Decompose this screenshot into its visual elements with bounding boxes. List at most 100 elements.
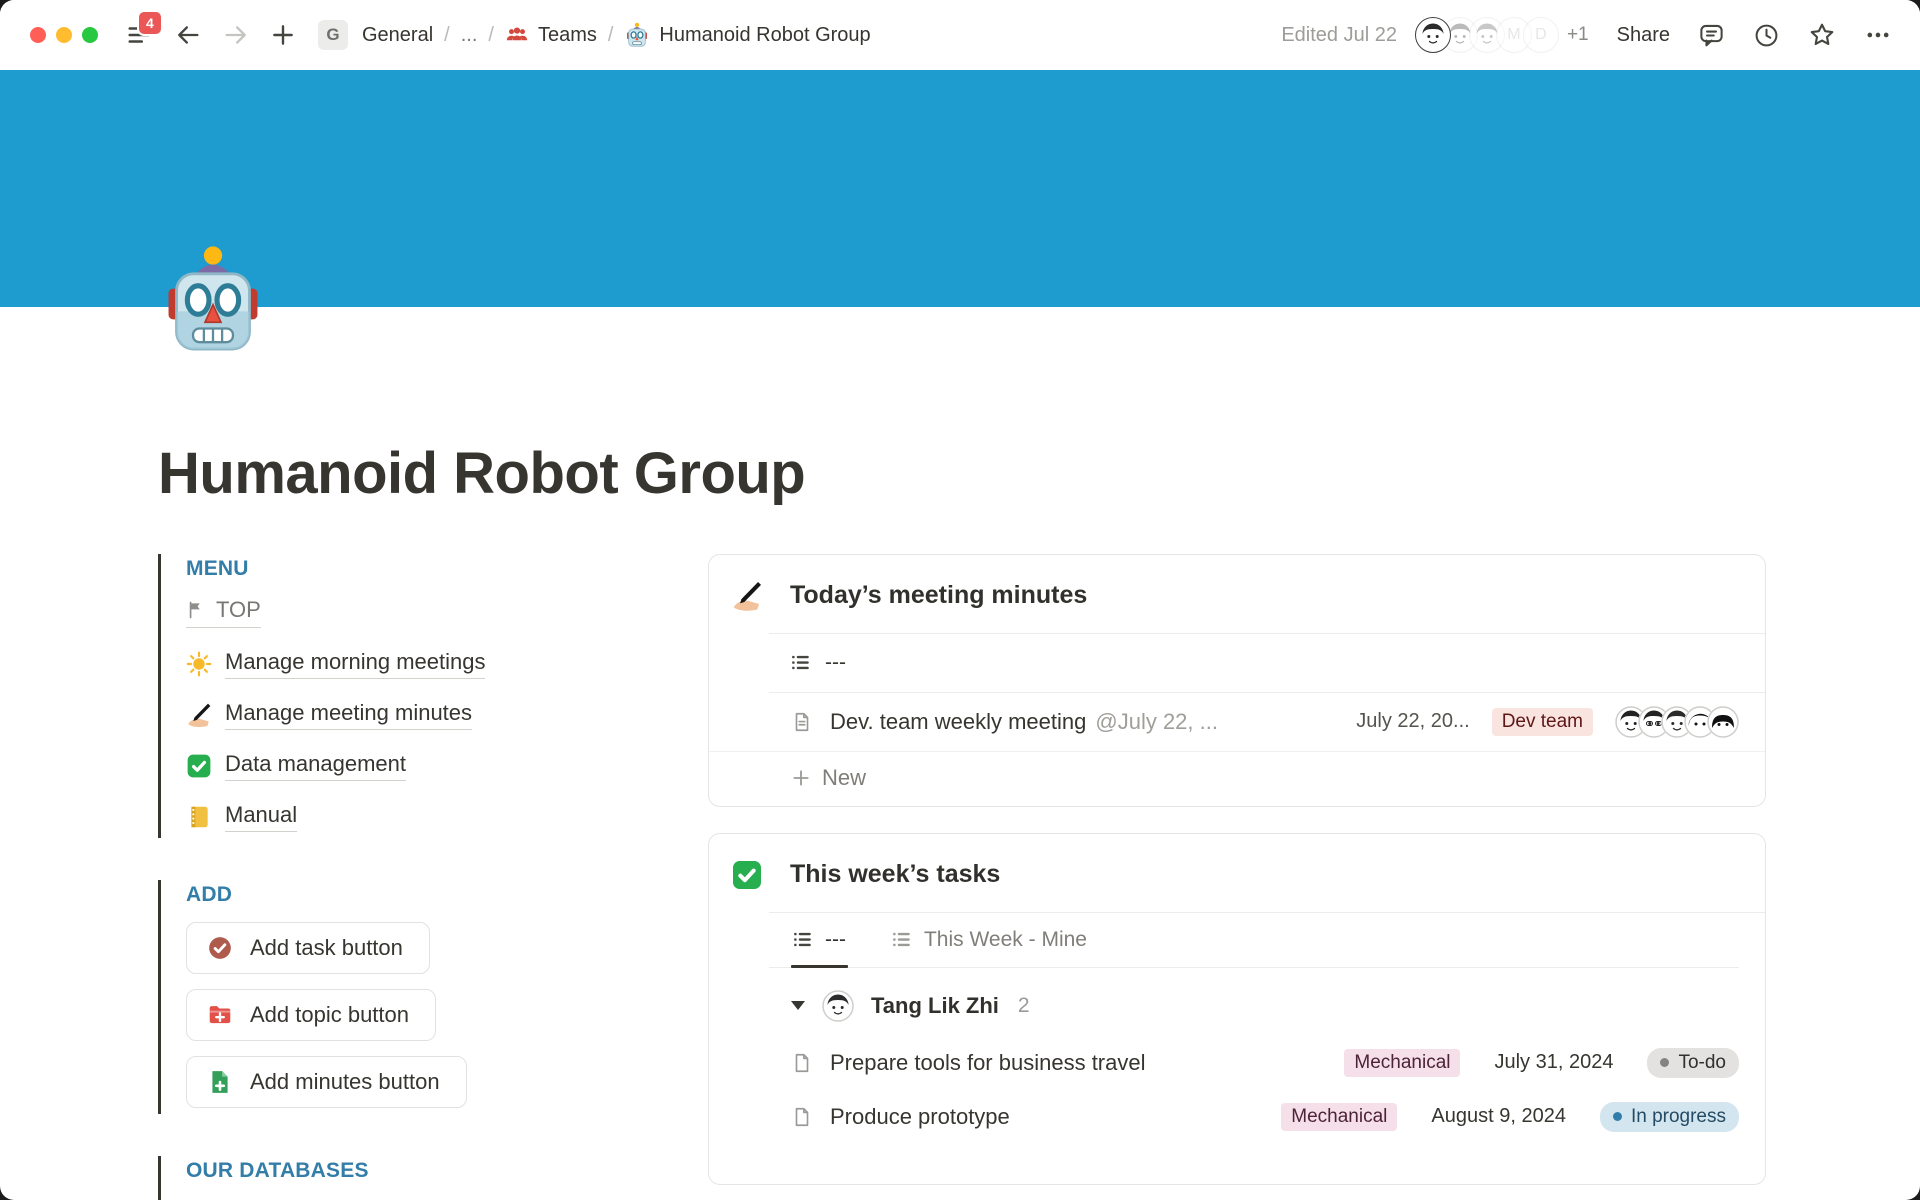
meeting-title: Dev. team weekly meeting (830, 709, 1086, 735)
add-topic-row: Add topic button (186, 989, 600, 1041)
meeting-minutes-card: Today’s meeting minutes --- Dev. team we… (708, 554, 1766, 807)
assignee-name[interactable]: Tang Lik Zhi (871, 993, 999, 1019)
meeting-row[interactable]: Dev. team weekly meeting @July 22, ... J… (709, 693, 1765, 752)
new-meeting-button[interactable]: New (709, 752, 1765, 806)
task-title: Prepare tools for business travel (830, 1050, 1146, 1076)
tab-label: --- (825, 928, 846, 952)
minutes-view-tab[interactable]: --- (709, 634, 1765, 692)
sun-icon (186, 651, 212, 677)
workspace-chip[interactable]: G (318, 20, 348, 50)
add-topic-button[interactable]: Add topic button (186, 989, 436, 1041)
share-button[interactable]: Share (1617, 24, 1670, 47)
task-properties: Mechanical July 31, 2024 To-do (1344, 1048, 1739, 1078)
traffic-lights (30, 27, 98, 43)
add-task-row: Add task button (186, 922, 600, 974)
notion-window: 4 G General / ... / Te (0, 0, 1920, 1200)
sidebar-toggle-button[interactable]: 4 (124, 20, 154, 50)
meeting-minutes-header: Today’s meeting minutes (709, 555, 1765, 633)
avatar[interactable] (1415, 17, 1451, 53)
menu-section: MENU TOP Manage morning meetings Manage (158, 554, 600, 838)
flag-icon (186, 600, 206, 620)
status-label: In progress (1631, 1106, 1726, 1128)
new-tab-button[interactable] (270, 22, 296, 48)
avatar-overflow-count[interactable]: +1 (1567, 24, 1589, 46)
updates-button[interactable] (1753, 22, 1780, 49)
folder-add-icon (207, 1002, 233, 1028)
tasks-tab-this-week-mine[interactable]: This Week - Mine (890, 913, 1089, 967)
view-tab-label: --- (825, 651, 846, 675)
task-properties: Mechanical August 9, 2024 In progress (1281, 1102, 1739, 1132)
right-column: Today’s meeting minutes --- Dev. team we… (708, 554, 1766, 1185)
menu-link-meeting-minutes[interactable]: Manage meeting minutes (186, 700, 600, 730)
tasks-tab-all[interactable]: --- (791, 913, 848, 967)
page-icon (791, 1106, 813, 1128)
dev-team-tag: Dev team (1492, 708, 1593, 736)
comments-button[interactable] (1698, 22, 1725, 49)
notification-badge: 4 (137, 10, 163, 36)
breadcrumb-separator: / (488, 24, 494, 47)
page-title: Humanoid Robot Group (158, 307, 1766, 508)
add-minutes-label: Add minutes button (250, 1069, 440, 1095)
forward-button[interactable] (222, 21, 250, 49)
page-body: Humanoid Robot Group MENU TOP Manage mor… (0, 307, 1920, 1200)
writing-hand-icon (186, 702, 212, 728)
databases-heading: OUR DATABASES (186, 1159, 600, 1183)
clock-icon (1753, 22, 1780, 49)
breadcrumb-ellipsis[interactable]: ... (461, 24, 478, 47)
content-columns: MENU TOP Manage morning meetings Manage (158, 554, 1766, 1200)
status-dot (1613, 1112, 1622, 1121)
arrow-right-icon (222, 21, 250, 49)
status-pill-todo: To-do (1647, 1048, 1739, 1078)
menu-link-label: Manage morning meetings (225, 649, 485, 679)
list-view-icon (791, 653, 810, 672)
menu-link-top[interactable]: TOP (186, 597, 600, 628)
breadcrumb-teams[interactable]: Teams (505, 23, 597, 47)
page-icon-robot[interactable] (156, 243, 270, 357)
meeting-date: July 22, 20... (1356, 710, 1469, 733)
add-task-label: Add task button (250, 935, 403, 961)
document-icon (791, 711, 813, 733)
breadcrumb-teams-label: Teams (538, 24, 597, 47)
menu-link-data-management[interactable]: Data management (186, 751, 600, 781)
title-bar-actions: Edited Jul 22 M D +1 Share (1281, 17, 1892, 53)
file-add-icon (207, 1069, 233, 1095)
task-row[interactable]: Produce prototype Mechanical August 9, 2… (709, 1090, 1765, 1144)
add-minutes-button[interactable]: Add minutes button (186, 1056, 467, 1108)
close-window-button[interactable] (30, 27, 46, 43)
user-face-icon (1417, 19, 1449, 51)
breadcrumb-separator: / (608, 24, 614, 47)
zoom-window-button[interactable] (82, 27, 98, 43)
card-title: Today’s meeting minutes (790, 581, 1087, 610)
people-icon (505, 23, 529, 47)
add-section: ADD Add task button Add topic button (158, 880, 600, 1114)
group-count: 2 (1018, 994, 1030, 1018)
menu-link-label: TOP (216, 597, 261, 623)
favorite-button[interactable] (1808, 21, 1836, 49)
breadcrumb: General / ... / Teams / (362, 22, 871, 48)
ellipsis-icon (1864, 21, 1892, 49)
arrow-left-icon (174, 21, 202, 49)
add-heading: ADD (186, 883, 600, 907)
breadcrumb-current-page[interactable]: Humanoid Robot Group (624, 22, 870, 48)
task-title: Produce prototype (830, 1104, 1010, 1130)
minimize-window-button[interactable] (56, 27, 72, 43)
status-label: To-do (1678, 1052, 1726, 1074)
tasks-view-tabs: --- This Week - Mine (769, 913, 1739, 968)
list-view-icon (892, 930, 911, 949)
avatar-initial-d[interactable]: D (1523, 17, 1559, 53)
task-due-date: August 9, 2024 (1431, 1105, 1566, 1128)
weekly-tasks-card: This week’s tasks --- This Week - Mine (708, 833, 1766, 1185)
task-due-date: July 31, 2024 (1494, 1051, 1613, 1074)
menu-link-morning-meetings[interactable]: Manage morning meetings (186, 649, 600, 679)
page-cover (0, 70, 1920, 307)
comment-icon (1698, 22, 1725, 49)
menu-link-manual[interactable]: Manual (186, 802, 600, 832)
add-task-button[interactable]: Add task button (186, 922, 430, 974)
more-options-button[interactable] (1864, 21, 1892, 49)
tab-label: This Week - Mine (924, 928, 1087, 952)
back-button[interactable] (174, 21, 202, 49)
task-row[interactable]: Prepare tools for business travel Mechan… (709, 1036, 1765, 1090)
databases-section: OUR DATABASES Minutes DB (158, 1156, 600, 1200)
breadcrumb-general[interactable]: General (362, 24, 433, 47)
collapse-toggle[interactable] (791, 1001, 805, 1010)
